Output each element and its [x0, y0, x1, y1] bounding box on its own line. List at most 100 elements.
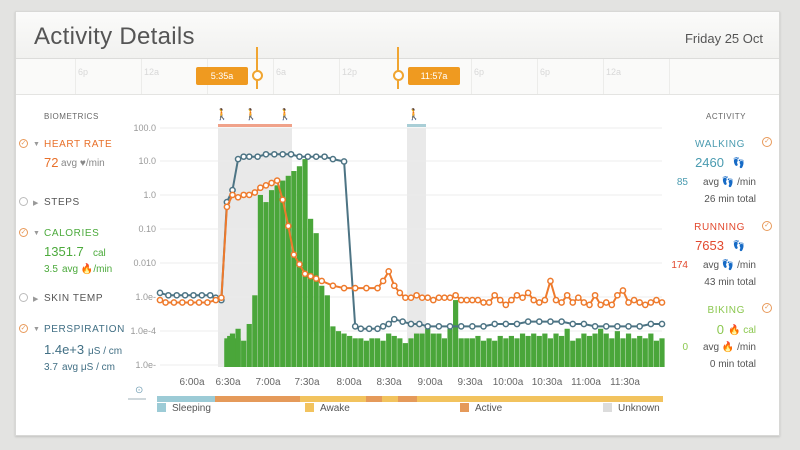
heart-rate-point: [636, 299, 644, 306]
legend-sleeping: Sleeping: [157, 403, 211, 414]
legend-awake: Awake: [305, 403, 350, 414]
heart-rate-point: [413, 291, 420, 299]
heart-rate-point: [496, 296, 504, 304]
calorie-bar: [386, 333, 392, 367]
heart-rate-point: [641, 301, 649, 309]
heart-rate-point: [569, 299, 577, 306]
perspiration-point: [513, 320, 521, 328]
perspiration-point: [502, 320, 510, 328]
perspiration-point: [614, 323, 621, 330]
activity-state-segment: [366, 396, 382, 402]
perspiration-point: [254, 153, 261, 161]
heart-rate-point: [290, 251, 298, 259]
perspiration-point: [156, 289, 164, 297]
walking-figure-icon: 🚶: [215, 108, 229, 121]
perspiration-point: [240, 153, 248, 161]
heart-rate-point: [212, 296, 220, 304]
calorie-bar: [642, 338, 648, 367]
heart-rate-point: [558, 299, 565, 306]
heart-rate-point: [385, 268, 393, 275]
heart-rate-point: [563, 291, 571, 299]
perspiration-point: [647, 320, 655, 328]
heart-rate-point: [307, 272, 314, 280]
calorie-bar: [246, 323, 252, 367]
calorie-bar: [419, 333, 425, 367]
calorie-bar: [291, 171, 297, 367]
heart-rate-point: [452, 291, 459, 299]
perspiration-point: [390, 315, 398, 323]
heart-rate-point: [301, 270, 309, 278]
activity-state-segment: [300, 396, 366, 402]
heart-rate-point: [424, 294, 432, 302]
legend-unknown-label: Unknown: [618, 403, 660, 414]
heart-rate-point: [658, 299, 666, 306]
perspiration-point: [206, 291, 214, 299]
calorie-bar: [598, 328, 604, 367]
perspiration-point: [312, 153, 320, 161]
heart-rate-point: [491, 291, 499, 299]
x-tick-label: 8:30a: [376, 377, 401, 388]
calorie-bar: [648, 333, 654, 367]
heart-rate-point: [441, 294, 448, 302]
perspiration-point: [446, 323, 454, 330]
activity-state-segment: [382, 396, 398, 402]
calorie-bar: [492, 340, 498, 367]
activity-chart[interactable]: 🚶 🚶 🚶 🚶 100.0 10.0 1.0 0.10 0.010 1.0e- 1.0e-4 1.0e…: [0, 0, 800, 450]
x-tick-label: 10:00a: [493, 377, 524, 388]
calorie-bar: [252, 295, 258, 367]
calorie-bar: [391, 335, 397, 367]
perspiration-point: [580, 320, 588, 328]
perspiration-point: [270, 150, 278, 158]
running-marker-bar: [218, 124, 292, 127]
calorie-bar: [319, 285, 325, 367]
calorie-bar: [514, 338, 520, 367]
heart-rate-point: [513, 291, 521, 299]
perspiration-point: [190, 291, 197, 299]
perspiration-point: [198, 291, 206, 299]
x-tick-label: 6:00a: [179, 377, 204, 388]
legend-active-swatch: [460, 403, 469, 412]
perspiration-point: [558, 318, 565, 325]
calorie-bar: [464, 338, 470, 367]
heart-rate-point: [625, 299, 632, 306]
calorie-bar: [609, 338, 615, 367]
heart-rate-point: [574, 294, 582, 302]
calorie-bar: [302, 159, 308, 367]
heart-rate-point: [524, 289, 532, 297]
heart-rate-point: [429, 296, 437, 304]
heart-rate-point: [363, 284, 370, 292]
calorie-bar: [241, 340, 247, 367]
perspiration-point: [287, 150, 295, 158]
heart-rate-point: [446, 294, 454, 302]
heart-rate-point: [284, 222, 292, 230]
perspiration-point: [569, 320, 577, 328]
calorie-bar: [570, 340, 576, 367]
calorie-bar: [553, 333, 559, 367]
perspiration-point: [165, 291, 172, 299]
heart-rate-point: [541, 296, 549, 304]
running-figure-icon: 🚶: [278, 108, 292, 121]
heart-rate-point: [547, 277, 554, 285]
calorie-bar: [308, 218, 314, 367]
heart-rate-point: [502, 301, 510, 309]
calorie-bar: [581, 333, 587, 367]
heart-rate-point: [390, 282, 398, 290]
y-tick-label: 1.0: [143, 190, 156, 200]
calorie-bar: [503, 338, 509, 367]
perspiration-point: [304, 153, 312, 161]
activity-state-segment: [157, 396, 215, 402]
heart-rate-point: [480, 299, 487, 306]
walking-marker-bar: [407, 124, 426, 127]
heart-rate-point: [602, 299, 610, 306]
x-tick-label: 11:00a: [571, 377, 601, 388]
calorie-bar: [614, 331, 620, 367]
heart-rate-point: [535, 299, 543, 306]
heart-rate-point: [508, 296, 515, 304]
calorie-bar: [531, 333, 537, 367]
heart-rate-point: [257, 184, 264, 192]
perspiration-point: [435, 323, 443, 330]
activity-state-segment: [398, 396, 417, 402]
perspiration-point: [329, 155, 337, 163]
heart-rate-point: [402, 294, 409, 302]
perspiration-point: [365, 325, 373, 333]
